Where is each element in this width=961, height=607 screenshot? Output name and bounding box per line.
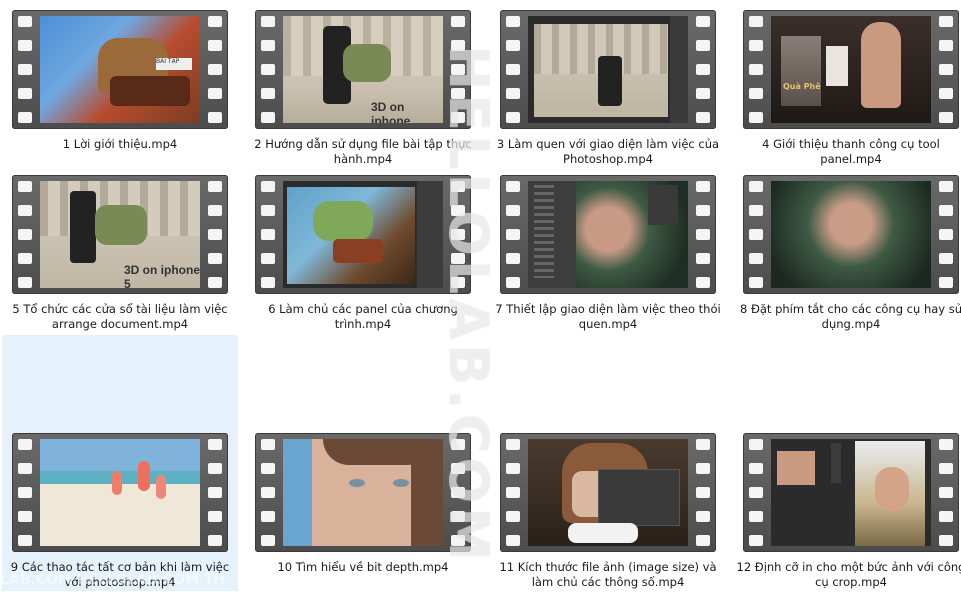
video-filename: 9 Các thao tác tất cơ bản khi làm việc v…	[10, 560, 230, 589]
video-thumbnail[interactable]	[255, 175, 471, 294]
video-thumbnail[interactable]: Quà Phê	[743, 10, 959, 129]
thumb-caption: 3D on iphone 5	[124, 263, 200, 288]
video-thumbnail[interactable]	[500, 175, 716, 294]
video-filename: 6 Làm chủ các panel của chương trình.mp4	[268, 302, 458, 331]
video-filename: 4 Giới thiệu thanh công cụ tool panel.mp…	[762, 137, 940, 166]
video-thumbnail[interactable]	[255, 433, 471, 552]
video-thumbnail[interactable]: 3D on iphone	[255, 10, 471, 129]
video-thumbnail[interactable]	[500, 433, 716, 552]
video-thumbnail[interactable]	[12, 433, 228, 552]
video-filename: 1 Lời giới thiệu.mp4	[62, 137, 178, 151]
video-filename: 2 Hướng dẫn sử dụng file bài tập thực hà…	[254, 137, 472, 166]
video-filename: 11 Kích thước file ảnh (image size) và l…	[499, 560, 717, 589]
video-filename: 10 Tìm hiểu về bit depth.mp4	[277, 560, 449, 574]
thumb-caption: 3D on iphone	[371, 100, 411, 123]
video-thumbnail[interactable]: BÀI TẬP	[12, 10, 228, 129]
video-thumbnail[interactable]	[743, 433, 959, 552]
video-thumbnail[interactable]	[743, 175, 959, 294]
thumb-caption: Quà Phê	[783, 82, 821, 91]
video-filename: 8 Đặt phím tắt cho các công cụ hay sử dụ…	[739, 302, 961, 331]
video-thumbnail[interactable]: 3D on iphone 5	[12, 175, 228, 294]
video-filename: 7 Thiết lập giao diện làm việc theo thói…	[495, 302, 721, 331]
video-filename: 3 Làm quen với giao diện làm việc của Ph…	[496, 137, 720, 166]
video-thumbnail[interactable]	[500, 10, 716, 129]
video-filename: 5 Tổ chức các cửa sổ tài liệu làm việc a…	[12, 302, 228, 331]
video-filename: 12 Định cỡ in cho một bức ảnh với công c…	[736, 560, 961, 589]
